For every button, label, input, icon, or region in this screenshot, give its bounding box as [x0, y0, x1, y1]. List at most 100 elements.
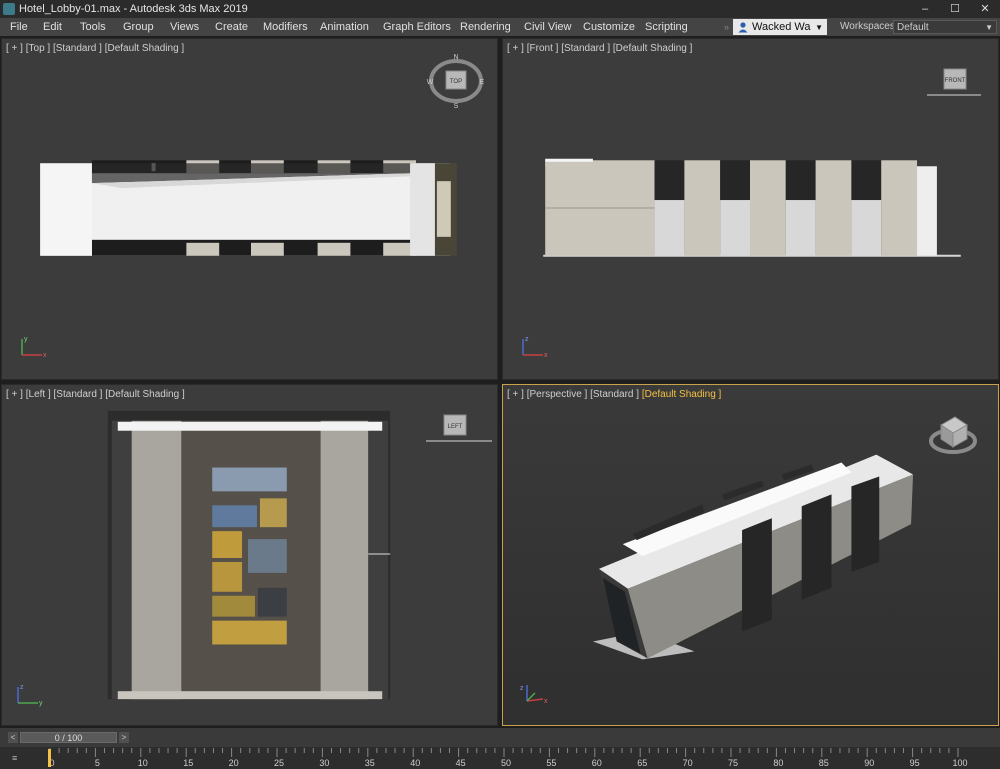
viewport-shading[interactable]: [Standard ]	[561, 43, 610, 54]
next-frame-button[interactable]: >	[119, 732, 129, 743]
tick-label: 55	[546, 758, 556, 768]
axis-tripod-icon: z x	[520, 685, 548, 705]
viewport-menu-plus[interactable]: [ + ]	[6, 389, 23, 400]
close-button[interactable]: ✕	[970, 0, 1000, 18]
menu-create[interactable]: Create	[215, 18, 248, 36]
perspective-view-geometry	[592, 454, 914, 660]
track-bar-ruler[interactable]: 0 5 10 15 20 25 30 35 40 45 50 55 60 65 70 75 80 85 90 95 10…	[0, 747, 1000, 769]
viewport-top[interactable]: [ + ] [Top ] [Standard ] [Default Shadin…	[1, 38, 498, 380]
viewport-shading[interactable]: [Standard ]	[54, 389, 103, 400]
minimize-button[interactable]: –	[910, 0, 940, 18]
menu-bar: File Edit Tools Group Views Create Modif…	[0, 18, 1000, 36]
chevron-down-icon: ▼	[985, 22, 993, 32]
viewcube-face-label: FRONT	[945, 78, 966, 84]
maximize-button[interactable]: ☐	[940, 0, 970, 18]
viewcube-compass-icon[interactable]: TOP N E S W	[426, 53, 490, 109]
menu-graph-editors[interactable]: Graph Editors	[383, 18, 451, 36]
compass-west-label: W	[427, 79, 434, 86]
viewport-label-left[interactable]: [ + ] [Left ] [Standard ] [Default Shadi…	[6, 389, 185, 400]
tick-label: 35	[365, 758, 375, 768]
viewport-view-name[interactable]: [Left ]	[26, 389, 51, 400]
workspace-select[interactable]: Default ▼	[893, 20, 997, 34]
menu-file[interactable]: File	[10, 18, 28, 36]
menu-edit[interactable]: Edit	[43, 18, 62, 36]
viewport-front[interactable]: [ + ] [Front ] [Standard ] [Default Shad…	[502, 38, 999, 380]
viewcube-icon[interactable]: LEFT	[426, 409, 492, 449]
axis-z-label: z	[525, 336, 529, 343]
tick-label: 100	[952, 758, 967, 768]
tick-label: 80	[773, 758, 783, 768]
axis-y-label: y	[39, 700, 43, 707]
viewport-view-name[interactable]: [Top ]	[26, 43, 50, 54]
viewport-menu-plus[interactable]: [ + ]	[507, 43, 524, 54]
workspaces-label: Workspaces:	[840, 21, 898, 32]
current-frame-marker[interactable]	[48, 749, 51, 767]
menu-customize[interactable]: Customize	[583, 18, 635, 36]
menu-animation[interactable]: Animation	[320, 18, 369, 36]
viewport-view-name[interactable]: [Front ]	[527, 43, 559, 54]
viewport-shading-mode[interactable]: [Default Shading ]	[105, 43, 185, 54]
front-view-geometry	[543, 158, 961, 257]
menu-views[interactable]: Views	[170, 18, 199, 36]
viewport-menu-plus[interactable]: [ + ]	[507, 389, 524, 400]
viewport-shading-mode[interactable]: [Default Shading ]	[642, 389, 722, 400]
tick-label: 45	[456, 758, 466, 768]
menu-civil-view[interactable]: Civil View	[524, 18, 571, 36]
axis-z-label: z	[20, 684, 24, 691]
window-title: Hotel_Lobby-01.max - Autodesk 3ds Max 20…	[19, 3, 248, 15]
viewport-shading-mode[interactable]: [Default Shading ]	[105, 389, 185, 400]
viewport-label-top[interactable]: [ + ] [Top ] [Standard ] [Default Shadin…	[6, 43, 184, 54]
tick-label: 20	[229, 758, 239, 768]
user-icon	[738, 22, 748, 33]
viewport-shading-mode[interactable]: [Default Shading ]	[613, 43, 693, 54]
compass-east-label: E	[480, 79, 485, 86]
viewcube-face-label: LEFT	[448, 424, 463, 430]
top-view-geometry	[40, 160, 457, 256]
tick-label: 10	[138, 758, 148, 768]
viewport-shading[interactable]: [Standard ]	[590, 389, 639, 400]
viewport-view-name[interactable]: [Perspective ]	[527, 389, 588, 400]
tick-label: 85	[819, 758, 829, 768]
axis-tripod-icon: z x	[522, 336, 548, 359]
prev-frame-button[interactable]: <	[8, 732, 18, 743]
axis-x-label: x	[43, 352, 47, 359]
menu-rendering[interactable]: Rendering	[460, 18, 511, 36]
viewport-perspective[interactable]: [ + ] [Perspective ] [Standard ] [Defaul…	[502, 384, 999, 726]
user-name: Wacked Wa	[752, 21, 811, 33]
axis-z-label: z	[520, 685, 524, 692]
viewport-menu-plus[interactable]: [ + ]	[6, 43, 23, 54]
left-view-geometry	[107, 410, 391, 700]
tick-label: 5	[95, 758, 100, 768]
menu-scripting[interactable]: Scripting	[645, 18, 688, 36]
user-account-dropdown[interactable]: Wacked Wa ▼	[733, 19, 827, 35]
tick-label: 40	[410, 758, 420, 768]
viewcube-face-label: TOP	[450, 79, 462, 85]
viewport-label-front[interactable]: [ + ] [Front ] [Standard ] [Default Shad…	[507, 43, 692, 54]
tick-label: 30	[319, 758, 329, 768]
menu-overflow-icon[interactable]: »	[724, 20, 730, 34]
viewcube-icon[interactable]	[927, 409, 979, 459]
track-bar[interactable]: 0 5 10 15 20 25 30 35 40 45 50 55 60 65 70 75 80 85 90 95 10…	[0, 747, 1000, 769]
menu-group[interactable]: Group	[123, 18, 154, 36]
viewcube-icon[interactable]: FRONT	[927, 63, 981, 103]
viewport-left[interactable]: [ + ] [Left ] [Standard ] [Default Shadi…	[1, 384, 498, 726]
tick-label: 95	[910, 758, 920, 768]
axis-tripod-icon: y x	[21, 336, 47, 359]
chevron-down-icon: ▼	[815, 22, 823, 32]
tick-label: 25	[274, 758, 284, 768]
compass-north-label: N	[453, 54, 458, 61]
viewport-shading[interactable]: [Standard ]	[53, 43, 102, 54]
tick-label: 90	[864, 758, 874, 768]
track-bar-toggle-icon[interactable]: ≡	[12, 753, 17, 763]
time-slider[interactable]: 0 / 100	[20, 732, 117, 743]
tick-label: 60	[592, 758, 602, 768]
app-icon[interactable]	[3, 3, 15, 15]
viewport-label-perspective[interactable]: [ + ] [Perspective ] [Standard ] [Defaul…	[507, 389, 721, 400]
axis-x-label: x	[544, 352, 548, 359]
axis-tripod-icon: z y	[17, 684, 43, 707]
title-bar: Hotel_Lobby-01.max - Autodesk 3ds Max 20…	[0, 0, 1000, 18]
menu-tools[interactable]: Tools	[80, 18, 106, 36]
tick-marks: 0 5 10 15 20 25 30 35 40 45 50 55 60 65 70 75 80 85 90 95 10…	[49, 748, 968, 768]
menu-modifiers[interactable]: Modifiers	[263, 18, 308, 36]
tick-label: 75	[728, 758, 738, 768]
